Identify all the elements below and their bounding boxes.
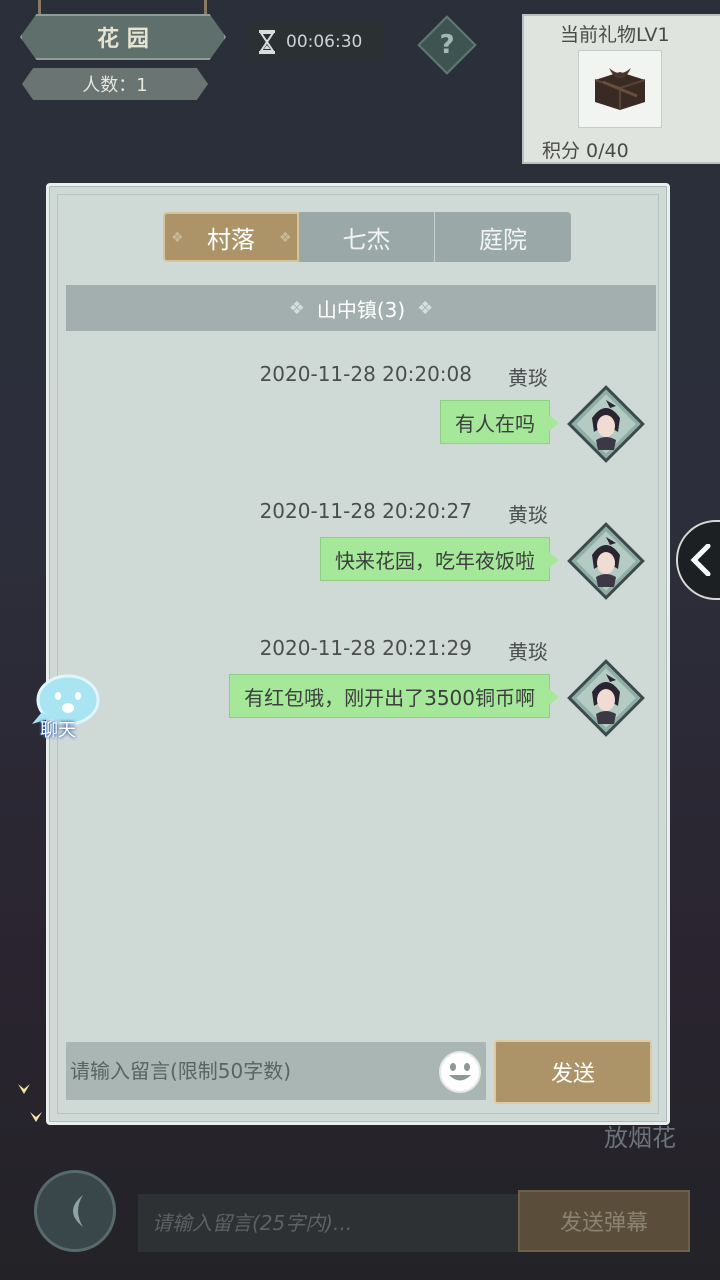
sign-string-left bbox=[38, 0, 41, 16]
message-meta: 2020-11-28 20:20:08 黄琰 bbox=[260, 362, 548, 391]
garden-sign-label: 花 园 bbox=[97, 26, 149, 52]
message-text: 有人在吗 bbox=[455, 411, 535, 436]
gift-score: 积分 0/40 bbox=[542, 140, 629, 162]
channel-header: ❖ 山中镇(3) ❖ bbox=[66, 285, 656, 331]
gift-box-icon bbox=[594, 68, 646, 110]
firefly-icon bbox=[18, 1084, 30, 1094]
tab-seven-heroes-label: 七杰 bbox=[342, 225, 391, 254]
ornament-right-icon: ❖ bbox=[417, 297, 434, 319]
hourglass-icon bbox=[259, 30, 275, 54]
chevron-left-icon bbox=[690, 544, 711, 576]
message-meta: 2020-11-28 20:20:27 黄琰 bbox=[260, 499, 548, 528]
message-bubble: 有人在吗 bbox=[440, 400, 559, 444]
tab-seven-heroes[interactable]: 七杰 bbox=[299, 212, 435, 262]
message-timestamp: 2020-11-28 20:20:08 bbox=[259, 362, 472, 386]
tab-village-label: 村落 bbox=[207, 225, 255, 254]
message-text: 有红包哦，刚开出了3500铜币啊 bbox=[244, 685, 535, 710]
tab-courtyard[interactable]: 庭院 bbox=[435, 212, 571, 262]
danmaku-send-button[interactable]: 发送弹幕 bbox=[518, 1190, 690, 1252]
gift-box-slot[interactable] bbox=[578, 50, 662, 128]
message-input[interactable] bbox=[66, 1042, 486, 1100]
danmaku-send-label: 发送弹幕 bbox=[559, 1211, 648, 1236]
tab-courtyard-label: 庭院 bbox=[479, 225, 527, 254]
emoji-icon[interactable] bbox=[438, 1050, 482, 1094]
message-meta: 2020-11-28 20:21:29 黄琰 bbox=[260, 636, 548, 665]
avatar[interactable] bbox=[566, 521, 646, 601]
message-sender: 黄琰 bbox=[508, 640, 548, 664]
countdown-timer: 00:06:30 bbox=[250, 22, 384, 62]
tab-ornament-icon: ❖ bbox=[279, 230, 292, 246]
message-sender: 黄琰 bbox=[508, 503, 548, 527]
message-text: 快来花园，吃年夜饭啦 bbox=[335, 548, 535, 573]
message-list[interactable]: 2020-11-28 20:20:08 黄琰 有人在吗 2020-11-28 2… bbox=[66, 336, 656, 1022]
message-timestamp: 2020-11-28 20:20:27 bbox=[259, 499, 472, 523]
fireworks-button[interactable]: 放烟花 bbox=[604, 1118, 676, 1153]
avatar[interactable] bbox=[566, 658, 646, 738]
gift-panel[interactable]: 当前礼物LV1 积分 0/40 bbox=[522, 14, 720, 164]
back-button[interactable] bbox=[34, 1170, 116, 1252]
tab-village[interactable]: ❖ 村落 ❖ bbox=[163, 212, 299, 262]
message-input-row: 发送 bbox=[66, 1040, 656, 1104]
sign-string-right bbox=[204, 0, 207, 16]
message-sender: 黄琰 bbox=[508, 366, 548, 390]
firefly-icon bbox=[30, 1112, 42, 1122]
question-icon: ? bbox=[439, 30, 455, 60]
message-bubble: 有红包哦，刚开出了3500铜币啊 bbox=[229, 674, 559, 718]
help-button[interactable]: ? bbox=[426, 24, 468, 66]
avatar[interactable] bbox=[566, 384, 646, 464]
chat-float-label[interactable]: 聊天 bbox=[40, 716, 76, 742]
ornament-left-icon: ❖ bbox=[288, 297, 305, 319]
send-button[interactable]: 发送 bbox=[494, 1040, 652, 1104]
garden-sign: 花 园 bbox=[20, 14, 226, 60]
people-count: 人数：1 bbox=[22, 68, 208, 100]
channel-name: 山中镇(3) bbox=[316, 297, 406, 322]
gift-level-title: 当前礼物LV1 bbox=[560, 24, 670, 46]
channel-tabs: ❖ 村落 ❖ 七杰 庭院 bbox=[163, 212, 571, 262]
danmaku-input[interactable] bbox=[138, 1194, 520, 1252]
send-button-label: 发送 bbox=[550, 1062, 595, 1087]
people-count-label: 人数：1 bbox=[82, 75, 148, 96]
message-timestamp: 2020-11-28 20:21:29 bbox=[259, 636, 472, 660]
timer-value: 00:06:30 bbox=[286, 32, 363, 52]
tab-ornament-icon: ❖ bbox=[171, 230, 184, 246]
back-arrow-icon bbox=[73, 1195, 83, 1227]
side-collapse-button[interactable] bbox=[676, 520, 720, 600]
chat-dialog: ❖ 村落 ❖ 七杰 庭院 ❖ 山中镇(3) ❖ 2020-11-28 20:20… bbox=[46, 183, 670, 1125]
message-bubble: 快来花园，吃年夜饭啦 bbox=[320, 537, 559, 581]
